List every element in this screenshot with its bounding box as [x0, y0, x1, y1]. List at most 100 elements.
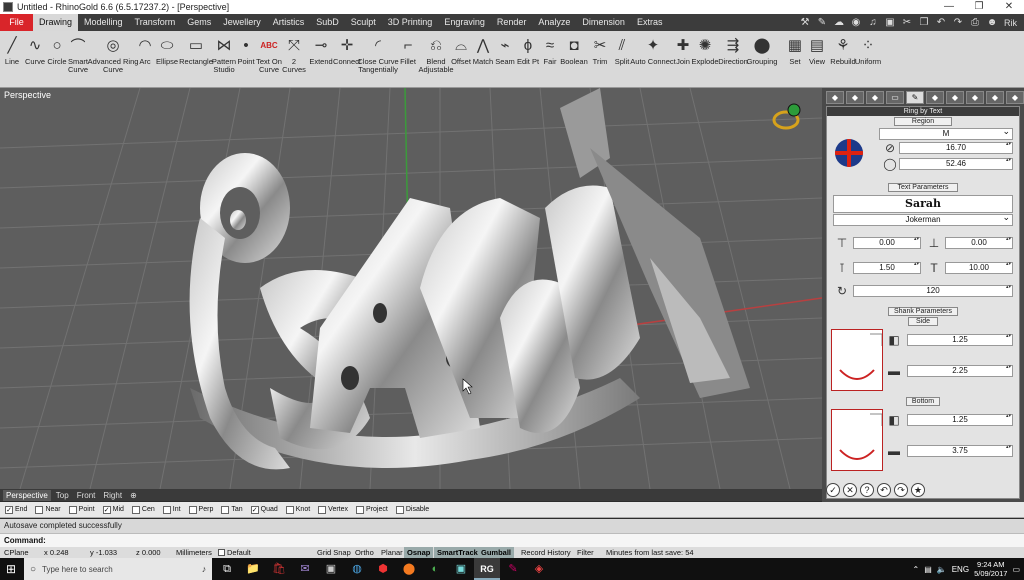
osnap-vertex-checkbox[interactable]	[318, 505, 327, 514]
tab-gems[interactable]: Gems	[181, 14, 217, 31]
cancel-icon[interactable]: ✕	[843, 483, 857, 497]
angle-field[interactable]: 120	[853, 285, 1013, 297]
favorite-icon[interactable]: ★	[911, 483, 925, 497]
add-viewport-icon[interactable]: ⊕	[127, 490, 140, 501]
tab-transform[interactable]: Transform	[129, 14, 182, 31]
filter-toggle[interactable]: Filter	[574, 547, 597, 558]
trim-button[interactable]: ✂ Trim	[590, 31, 610, 87]
view-button[interactable]: ▤ View	[806, 31, 828, 87]
tab-analyze[interactable]: Analyze	[532, 14, 576, 31]
tab-extras[interactable]: Extras	[631, 14, 669, 31]
osnap-perp-checkbox[interactable]	[188, 505, 197, 514]
panel-tab-ring-by-text-icon[interactable]: ✎	[906, 91, 924, 104]
tab-3d-printing[interactable]: 3D Printing	[382, 14, 439, 31]
perspective-viewport[interactable]: Perspective	[0, 88, 822, 489]
tab-render[interactable]: Render	[491, 14, 533, 31]
close-button[interactable]: ✕	[994, 0, 1024, 14]
2-curves-button[interactable]: ⤧ 2 Curves	[282, 31, 306, 87]
osnap-vertex[interactable]: Vertex	[318, 505, 348, 514]
osnap-mid[interactable]: ✓ Mid	[102, 505, 124, 514]
viewtab-perspective[interactable]: Perspective	[3, 489, 51, 501]
pattern-studio-button[interactable]: ⋈ Pattern Studio	[212, 31, 236, 87]
record-icon[interactable]: ◉	[848, 16, 864, 30]
ortho-toggle[interactable]: Ortho	[352, 547, 377, 558]
tab-drawing[interactable]: Drawing	[33, 14, 79, 31]
firefox-icon[interactable]: ⬤	[396, 558, 422, 580]
volume-icon[interactable]: 🔈	[937, 565, 947, 574]
tab-engraving[interactable]: Engraving	[438, 14, 491, 31]
maximize-button[interactable]: ❐	[964, 0, 994, 14]
tab-dimension[interactable]: Dimension	[576, 14, 631, 31]
gumball-toggle[interactable]: Gumball	[478, 547, 515, 558]
fillet-button[interactable]: ⌐ Fillet	[398, 31, 418, 87]
grouping-button[interactable]: ⬤ Grouping	[747, 31, 778, 87]
osnap-quad[interactable]: ✓ Quad	[250, 505, 278, 514]
redo-icon[interactable]: ↷	[950, 16, 966, 30]
app-icon-10[interactable]: ▣	[448, 558, 474, 580]
tab-artistics[interactable]: Artistics	[267, 14, 311, 31]
auto-connect-button[interactable]: ✦ Auto Connect	[630, 31, 675, 87]
line-button[interactable]: ╱ Line	[2, 31, 22, 87]
viewport-label[interactable]: Perspective	[4, 90, 51, 100]
osnap-quad-checkbox[interactable]: ✓	[250, 505, 259, 514]
print-icon[interactable]: ⎙	[967, 16, 983, 30]
rebuild-button[interactable]: ⚘ Rebuild	[830, 31, 855, 87]
undo-icon[interactable]: ↶	[877, 483, 891, 497]
side-width-field[interactable]: 1.25	[907, 334, 1013, 346]
offset-y-field[interactable]: 0.00	[945, 237, 1013, 249]
microphone-icon[interactable]: ♪	[196, 564, 212, 574]
diameter-field[interactable]: 16.70	[899, 142, 1013, 154]
osnap-point[interactable]: Point	[68, 505, 95, 514]
tools-icon[interactable]: ⚒	[797, 16, 813, 30]
osnap-project[interactable]: Project	[356, 505, 388, 514]
osnap-perp[interactable]: Perp	[188, 505, 213, 514]
osnap-end-checkbox[interactable]: ✓	[5, 505, 13, 514]
split-button[interactable]: ⫽ Split	[612, 31, 632, 87]
osnap-disable-checkbox[interactable]	[395, 505, 404, 514]
panel-tab-render-icon[interactable]: ◆	[986, 91, 1004, 104]
edit-pt-button[interactable]: ϕ Edit Pt	[516, 31, 540, 87]
panel-tab-more-icon[interactable]: ◆	[1006, 91, 1024, 104]
panel-tab-time-icon[interactable]: ◆	[946, 91, 964, 104]
connect-button[interactable]: ✛ Connect	[333, 31, 361, 87]
blend-adjustable-button[interactable]: ⎌ Blend Adjustable	[418, 31, 453, 87]
text-height-field[interactable]: 10.00	[945, 262, 1013, 274]
cloud-icon[interactable]: ☁	[831, 16, 847, 30]
app-icon-13[interactable]: ◈	[526, 558, 552, 580]
bottom-width-field[interactable]: 1.25	[907, 414, 1013, 426]
tab-jewellery[interactable]: Jewellery	[217, 14, 267, 31]
file-menu[interactable]: File	[0, 14, 33, 31]
language-indicator[interactable]: ENG	[952, 565, 969, 574]
seam-button[interactable]: ⌁ Seam	[495, 31, 515, 87]
osnap-toggle[interactable]: Osnap	[404, 547, 434, 558]
advanced-ring-curve-button[interactable]: ◎ Advanced Ring Curve	[88, 31, 139, 87]
drop-app-icon[interactable]: ◍	[344, 558, 370, 580]
panel-tab-display-icon[interactable]: ▭	[886, 91, 904, 104]
save-icon[interactable]: ▣	[882, 16, 898, 30]
smarttrack-toggle[interactable]: SmartTrack	[434, 547, 481, 558]
tray-chevron-icon[interactable]: ⌃	[912, 565, 919, 574]
match-button[interactable]: ⋀ Match	[473, 31, 493, 87]
circle-button[interactable]: ○ Circle	[47, 31, 67, 87]
osnap-tan-checkbox[interactable]	[221, 505, 230, 514]
mail-icon[interactable]: ✉	[292, 558, 318, 580]
ok-icon[interactable]: ✓	[826, 483, 840, 497]
grid-snap-toggle[interactable]: Grid Snap	[314, 547, 354, 558]
extend-button[interactable]: ⊸ Extend	[309, 31, 332, 87]
osnap-int-checkbox[interactable]	[162, 505, 171, 514]
offset-x-field[interactable]: 0.00	[853, 237, 921, 249]
planar-toggle[interactable]: Planar	[378, 547, 406, 558]
boolean-button[interactable]: ◘ Boolean	[560, 31, 588, 87]
task-view-icon[interactable]: ⧉	[214, 558, 240, 580]
point-button[interactable]: • Point	[237, 31, 255, 87]
font-select[interactable]: Jokerman	[833, 212, 1013, 226]
app-icon-12[interactable]: ✎	[500, 558, 526, 580]
minimize-button[interactable]: —	[934, 0, 964, 14]
units-label[interactable]: Millimeters	[176, 547, 212, 558]
osnap-near-checkbox[interactable]	[35, 505, 44, 514]
tab-sculpt[interactable]: Sculpt	[345, 14, 382, 31]
fair-button[interactable]: ≈ Fair	[541, 31, 559, 87]
mic-icon[interactable]: ♫	[865, 16, 881, 30]
viewtab-front[interactable]: Front	[74, 490, 99, 501]
smart-curve-button[interactable]: ⌒ Smart Curve	[68, 31, 88, 87]
